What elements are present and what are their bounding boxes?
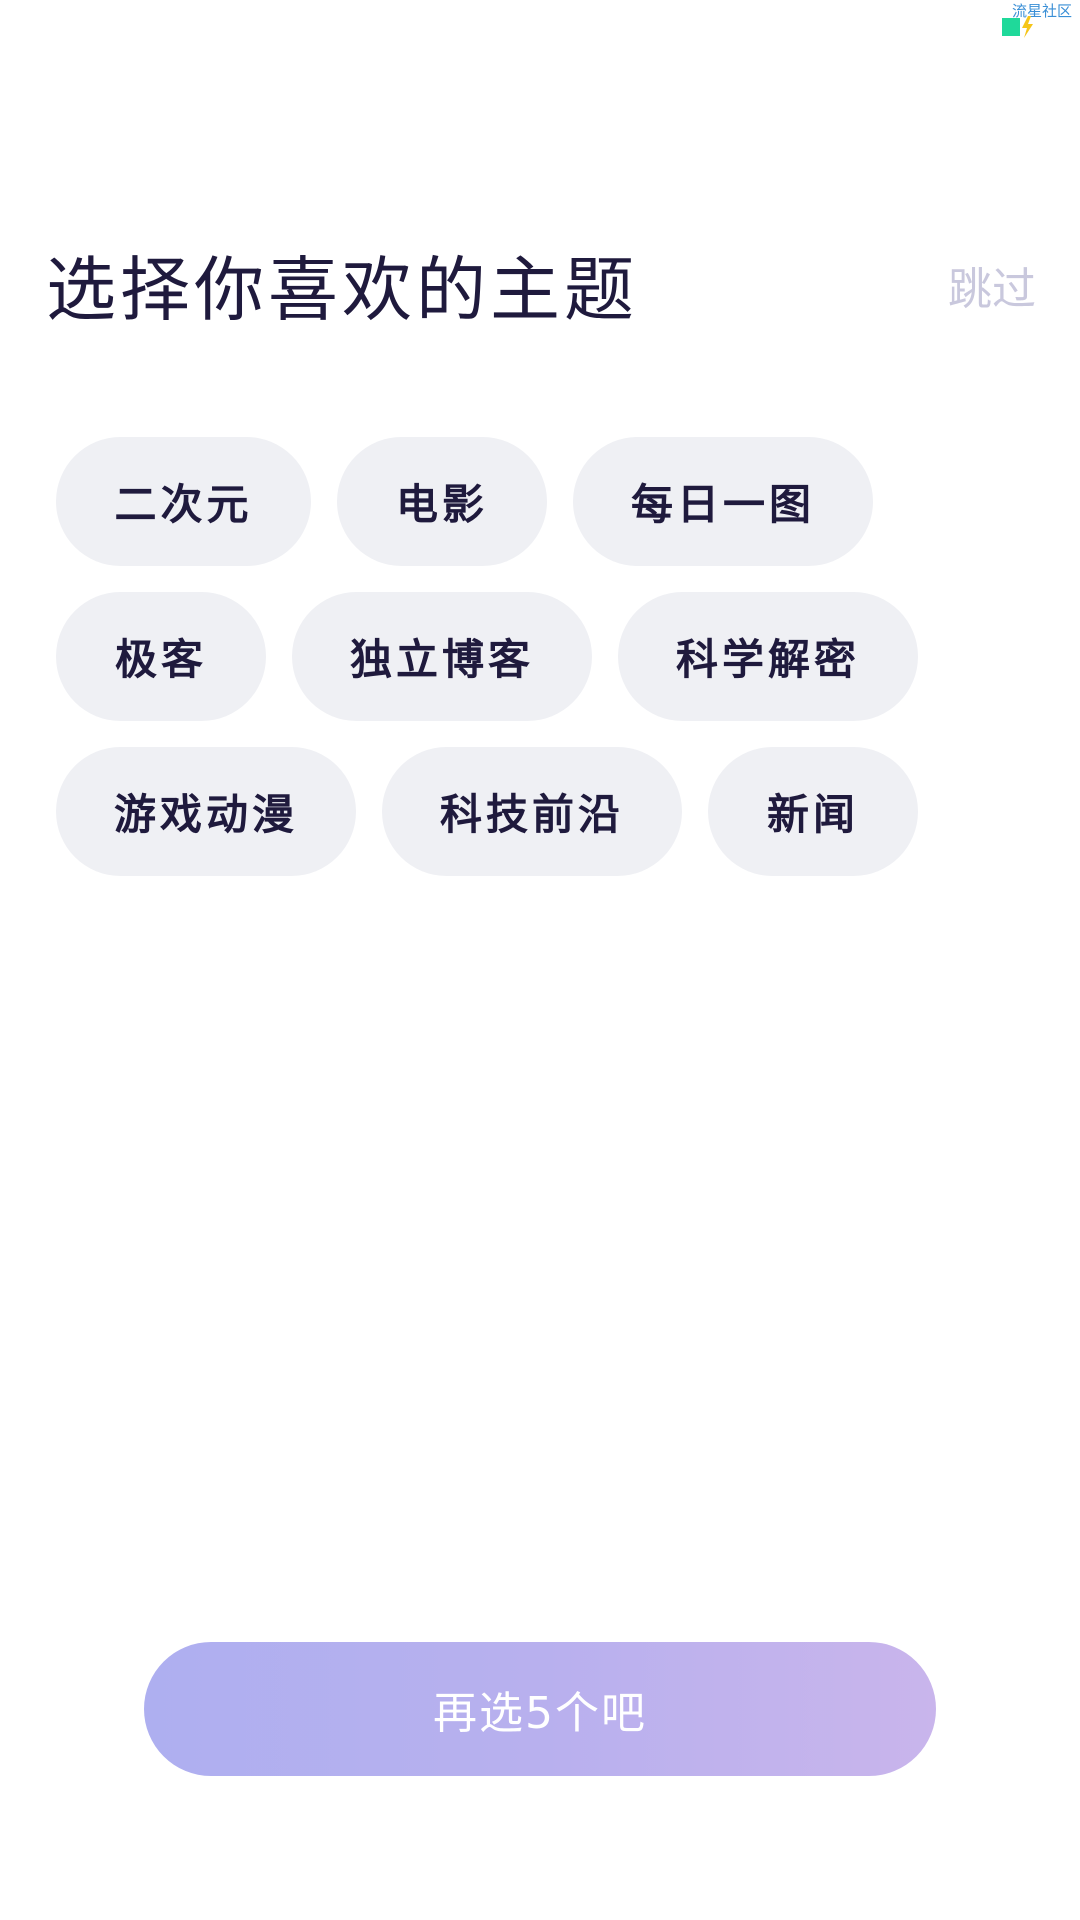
- page-title: 选择你喜欢的主题: [46, 249, 638, 331]
- topic-grid: 二次元 电影 每日一图 极客 独立博客 科学解密 游戏动漫 科技前沿 新闻: [56, 437, 956, 902]
- topic-chip-anime[interactable]: 二次元: [56, 437, 311, 566]
- topic-chip-indie-blog[interactable]: 独立博客: [292, 592, 592, 721]
- topic-chip-science-secrets[interactable]: 科学解密: [618, 592, 918, 721]
- select-more-button-label: 再选5个吧: [433, 1688, 647, 1739]
- topic-chip-geek[interactable]: 极客: [56, 592, 266, 721]
- topic-row: 二次元 电影 每日一图: [56, 437, 956, 566]
- lightning-logo-icon: [1002, 16, 1033, 38]
- topic-chip-daily-picture[interactable]: 每日一图: [573, 437, 873, 566]
- header: 选择你喜欢的主题 跳过: [46, 250, 1036, 330]
- topic-selection-screen: 流星社区 选择你喜欢的主题 跳过 二次元 电影 每日一图 极客 独立博客 科学解…: [0, 0, 1080, 1920]
- skip-button[interactable]: 跳过: [948, 262, 1036, 318]
- topic-chip-tech-frontier[interactable]: 科技前沿: [382, 747, 682, 876]
- topic-chip-games-anime[interactable]: 游戏动漫: [56, 747, 356, 876]
- topic-row: 游戏动漫 科技前沿 新闻: [56, 747, 956, 876]
- topic-row: 极客 独立博客 科学解密: [56, 592, 956, 721]
- select-more-button[interactable]: 再选5个吧: [144, 1642, 936, 1776]
- watermark: 流星社区: [1000, 0, 1080, 40]
- topic-chip-news[interactable]: 新闻: [708, 747, 918, 876]
- topic-chip-movies[interactable]: 电影: [337, 437, 547, 566]
